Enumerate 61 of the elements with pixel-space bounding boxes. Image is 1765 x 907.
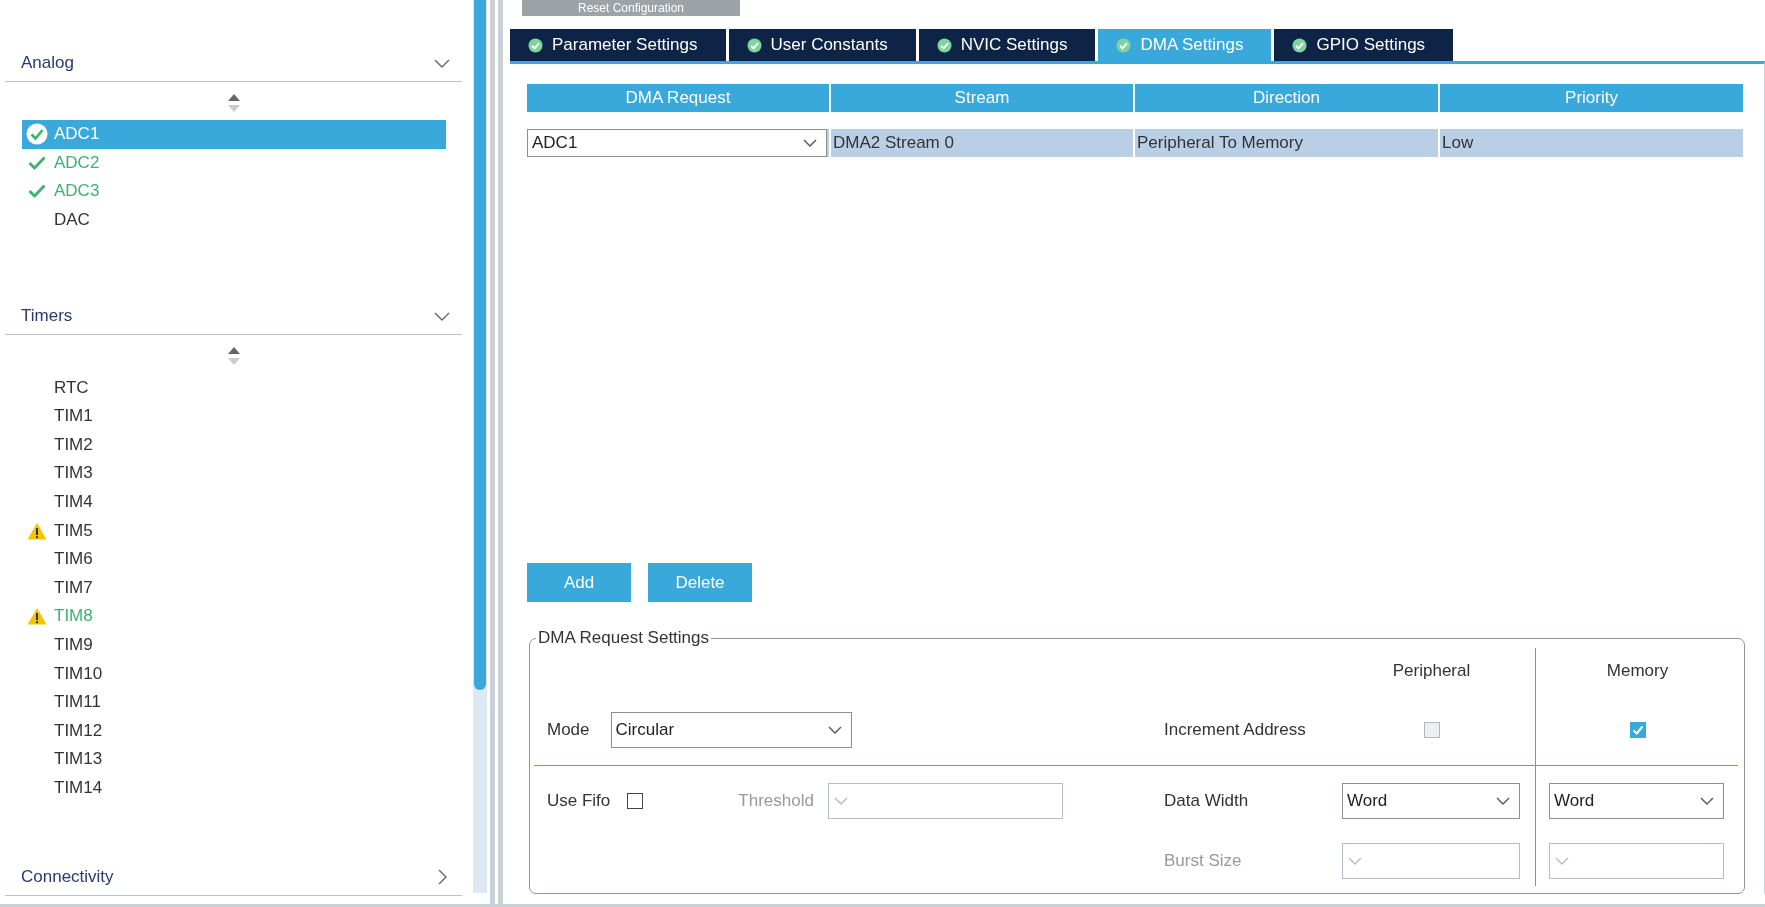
dropdown-value: ADC1 — [532, 133, 579, 153]
tab[interactable]: NVIC Settings — [918, 29, 1096, 61]
check-circle-icon — [1292, 37, 1308, 53]
sidebar-item[interactable]: TIM10 — [22, 659, 446, 688]
category-header[interactable]: Timers — [5, 298, 462, 336]
category-header[interactable]: Analog — [5, 45, 462, 82]
check-circle-icon — [26, 123, 48, 146]
sort-icon[interactable] — [226, 93, 241, 113]
request-dropdown[interactable]: ADC1 — [527, 129, 827, 157]
sort-icon[interactable] — [226, 346, 241, 367]
scrollbar-thumb[interactable] — [474, 0, 486, 690]
field-label: Threshold — [738, 791, 814, 811]
category-header[interactable]: Connectivity — [5, 859, 462, 897]
table-cell: DMA2 Stream 0 — [831, 129, 1133, 157]
sidebar-item[interactable]: DAC — [22, 205, 446, 235]
check-circle-icon — [528, 37, 543, 53]
field-label: Use Fifo — [547, 791, 611, 811]
sidebar-item[interactable]: TIM4 — [22, 487, 446, 517]
sidebar-item[interactable]: TIM6 — [22, 544, 446, 574]
sidebar-item[interactable]: TIM9 — [22, 630, 446, 660]
table-cell: Peripheral To Memory — [1135, 129, 1438, 157]
burst-size-dropdown[interactable] — [1342, 843, 1520, 879]
checkbox[interactable] — [1629, 721, 1646, 738]
group-title: DMA Request Settings — [537, 628, 711, 648]
dropdown-value: Word — [1554, 791, 1596, 811]
data-width-dropdown[interactable]: Word — [1549, 783, 1724, 819]
table-cell: Low — [1440, 129, 1743, 157]
check-icon — [28, 183, 46, 200]
tab[interactable]: Parameter Settings — [510, 29, 726, 61]
panel-splitter[interactable] — [490, 0, 503, 904]
field-label: Data Width — [1164, 791, 1249, 811]
dropdown-value: Circular — [615, 719, 676, 740]
sidebar-item[interactable]: TIM14 — [22, 773, 446, 803]
sidebar-item[interactable]: TIM13 — [22, 745, 446, 774]
warning-icon — [27, 607, 47, 626]
sidebar-item[interactable]: TIM1 — [22, 401, 446, 431]
sidebar-item[interactable]: TIM11 — [22, 687, 446, 717]
tab[interactable]: User Constants — [728, 29, 916, 61]
sidebar-item[interactable]: TIM2 — [22, 430, 446, 460]
warning-icon — [27, 521, 47, 540]
data-width-dropdown[interactable]: Word — [1342, 783, 1520, 819]
check-circle-icon — [1116, 37, 1132, 53]
check-icon — [28, 154, 46, 171]
dropdown-value: Word — [1347, 791, 1389, 811]
check-circle-icon — [746, 37, 762, 53]
column-label: Peripheral — [1392, 661, 1471, 681]
sidebar-item[interactable]: TIM5 — [22, 516, 446, 545]
sidebar-item[interactable]: RTC — [22, 373, 446, 402]
field-label: Increment Address — [1164, 719, 1306, 740]
sidebar-item[interactable]: TIM3 — [22, 459, 446, 488]
threshold-dropdown[interactable] — [827, 783, 1063, 819]
column-label: Memory — [1606, 661, 1669, 681]
field-label: Burst Size — [1164, 851, 1242, 871]
mode-dropdown[interactable]: Circular — [610, 711, 852, 748]
checkbox[interactable] — [627, 793, 644, 809]
field-label: Mode — [547, 719, 590, 740]
sidebar-item[interactable]: TIM12 — [22, 716, 446, 746]
check-circle-icon — [936, 37, 952, 53]
sidebar-item[interactable]: TIM7 — [22, 573, 446, 603]
burst-size-dropdown[interactable] — [1549, 843, 1724, 879]
tab[interactable]: GPIO Settings — [1274, 29, 1454, 61]
